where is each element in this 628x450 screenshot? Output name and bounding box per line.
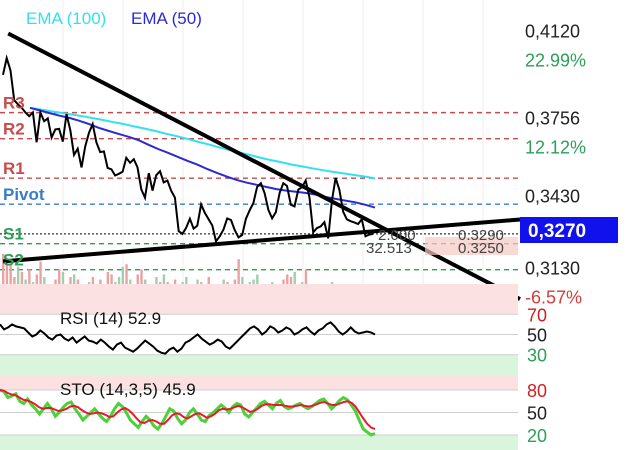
rsi-panel: 705030	[0, 284, 547, 385]
trend-line-0	[7, 31, 521, 301]
overlay-label-left-bottom: 32.513	[366, 240, 412, 257]
price-pct-label: 12.12%	[525, 138, 586, 158]
price-line	[2, 54, 374, 244]
pivot-label-r1: R1	[3, 159, 25, 178]
oscillator-tick-label: 50	[527, 326, 547, 346]
overlay-label-right-bottom: 0.3250	[458, 240, 504, 257]
price-axis: 0,412022.99%0,375612.12%0,34302.40%0,313…	[525, 22, 586, 308]
price-tick-label: 0,3756	[525, 109, 580, 129]
sto-title: STO (14,3,5) 45.9	[60, 380, 196, 399]
oscillator-tick-label: 80	[527, 381, 547, 401]
price-tick-label: 0,4120	[525, 22, 580, 42]
price-pct-label: 22.99%	[525, 51, 586, 71]
oscillator-tick-label: 50	[527, 404, 547, 424]
pivot-label-s2: S2	[3, 251, 24, 270]
oscillator-band	[0, 435, 518, 450]
chart-canvas: 2.000 32.513 0.3290 0.3250 EMA (100) EMA…	[0, 0, 618, 450]
rsi-line	[0, 321, 376, 355]
pivot-label-s1: S1	[3, 225, 24, 244]
current-price-label: 0,3270	[528, 221, 586, 242]
price-tick-label: 0,3430	[525, 187, 580, 207]
oscillator-tick-label: 70	[527, 305, 547, 325]
pivot-label-r2: R2	[3, 120, 25, 139]
pivot-label-r3: R3	[3, 94, 25, 113]
rsi-title: RSI (14) 52.9	[60, 309, 161, 328]
grid	[62, 0, 484, 300]
legend-ema-50: EMA (50)	[131, 9, 202, 28]
oscillator-tick-label: 20	[527, 426, 547, 446]
legend-ema-100: EMA (100)	[26, 9, 106, 28]
price-tick-label: 0,3130	[525, 258, 580, 278]
oscillator-tick-label: 30	[527, 346, 547, 366]
pivot-label-pivot: Pivot	[3, 185, 45, 204]
ema-50-line	[29, 106, 376, 209]
